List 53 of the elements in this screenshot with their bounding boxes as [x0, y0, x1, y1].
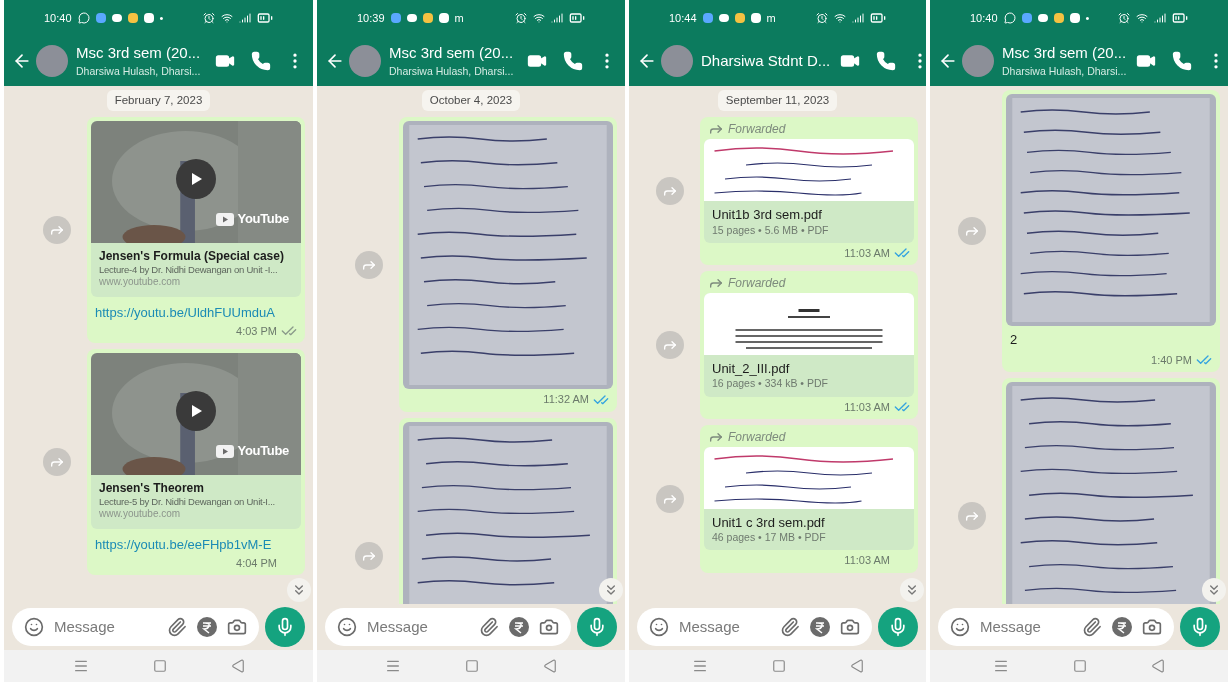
message-time: 11:03 AM: [844, 399, 890, 415]
message-time: 11:32 AM: [543, 392, 589, 408]
image-caption: 2: [1009, 331, 1019, 349]
status-time: 10:44: [669, 10, 697, 26]
document-name: Unit1 c 3rd sem.pdf: [712, 515, 826, 532]
chat-subtitle: Dharsiwa Hulash, Dharsi...: [76, 64, 201, 79]
forwarded-label: Forwarded: [728, 121, 786, 138]
message-link[interactable]: https://youtu.be/UldhFUUmduA: [91, 296, 301, 321]
status-notice: m: [766, 10, 776, 26]
forwarded-label: Forwarded: [728, 429, 786, 445]
video-brand-label: YouTube: [237, 443, 289, 460]
document-meta: 15 pages • 5.6 MB • PDF: [712, 223, 830, 237]
document-name: Unit_2_III.pdf: [712, 361, 791, 378]
date-chip: October 4, 2023: [421, 90, 521, 112]
status-notice: m: [454, 10, 464, 26]
chat-subtitle: Dharsiwa Hulash, Dharsi...: [389, 64, 514, 79]
video-brand-label: YouTube: [237, 211, 289, 228]
chat-title[interactable]: Msc 3rd sem (20...: [1002, 43, 1127, 63]
document-name: Unit1b 3rd sem.pdf: [712, 207, 823, 224]
preview-domain: www.youtube.com: [99, 508, 182, 521]
status-notice: •: [1085, 10, 1090, 26]
message-field[interactable]: Message: [938, 608, 1174, 646]
chat-title[interactable]: Msc 3rd sem (20...: [76, 43, 201, 63]
message-time: 4:03 PM: [236, 323, 277, 339]
preview-domain: www.youtube.com: [99, 276, 182, 289]
message-field[interactable]: Message: [637, 608, 872, 646]
preview-description: Lecture-4 by Dr. Nidhi Dewangan on Unit -I...: [99, 264, 279, 277]
status-time: 10:40: [44, 10, 72, 26]
status-time: 10:39: [357, 10, 385, 26]
preview-title: Jensen's Theorem: [99, 481, 205, 497]
message-time: 1:40 PM: [1151, 352, 1192, 368]
message-input[interactable]: Message: [980, 615, 1072, 639]
message-input[interactable]: Message: [367, 615, 469, 639]
message-field[interactable]: Message: [325, 608, 571, 646]
chat-title[interactable]: Msc 3rd sem (20...: [389, 43, 514, 63]
chat-title[interactable]: Dharsiwa Stdnt D...: [701, 51, 831, 71]
preview-description: Lecture-5 by Dr. Nidhi Dewangan on Unit-I...: [99, 496, 276, 508]
document-meta: 16 pages • 334 kB • PDF: [712, 377, 829, 391]
status-time: 10:40: [970, 10, 998, 26]
preview-title: Jensen's Formula (Special case): [99, 249, 285, 265]
status-notice: •: [159, 10, 164, 26]
message-time: 11:03 AM: [844, 553, 890, 569]
forwarded-label: Forwarded: [728, 275, 786, 292]
date-chip: September 11, 2023: [717, 90, 838, 112]
message-input[interactable]: Message: [54, 615, 157, 639]
message-time: 4:04 PM: [236, 555, 277, 571]
message-field[interactable]: Message: [12, 608, 259, 646]
document-meta: 46 pages • 17 MB • PDF: [712, 531, 827, 545]
message-input[interactable]: Message: [679, 615, 770, 639]
message-time: 11:03 AM: [844, 245, 890, 261]
message-link[interactable]: https://youtu.be/eeFHpb1vM-E: [91, 528, 301, 553]
date-chip: February 7, 2023: [106, 90, 211, 112]
chat-subtitle: Dharsiwa Hulash, Dharsi...: [1002, 64, 1127, 79]
